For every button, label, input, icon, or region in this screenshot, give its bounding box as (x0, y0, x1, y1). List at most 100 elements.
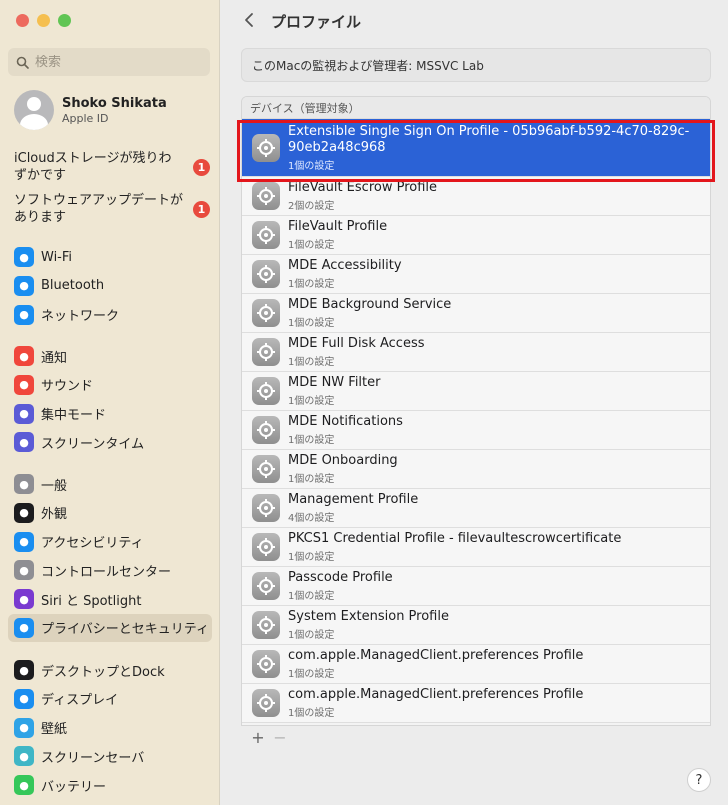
sidebar-item[interactable]: ● ネットワーク (8, 301, 212, 329)
sidebar-item-label: 外観 (41, 507, 68, 523)
profile-settings-count: 1個の設定 (288, 279, 335, 290)
icloud-storage-notice[interactable]: iCloudストレージが残りわずかです 1 (14, 150, 210, 184)
sidebar-item[interactable]: ● 集中モード (8, 400, 212, 428)
profile-gear-icon (252, 611, 280, 639)
sidebar-group-network: ● Wi-Fi ● Bluetooth ● ネットワーク (8, 243, 212, 329)
profile-name: Extensible Single Sign On Profile - 05b9… (288, 123, 690, 155)
profile-settings-count: 1個の設定 (288, 357, 335, 368)
profile-row[interactable]: MDE Full Disk Access 1個の設定 (242, 333, 710, 372)
help-button[interactable]: ? (687, 768, 711, 792)
remove-profile-button[interactable]: − (269, 728, 291, 747)
profile-settings-count: 2個の設定 (288, 201, 335, 212)
software-update-notice[interactable]: ソフトウェアアップデートがあります 1 (14, 192, 210, 226)
profile-settings-count: 4個の設定 (288, 513, 335, 524)
profile-row[interactable]: FileVault Profile 1個の設定 (242, 216, 710, 255)
profile-settings-count: 1個の設定 (288, 435, 335, 446)
sidebar-item[interactable]: ● Bluetooth (8, 272, 212, 300)
sidebar-item-label: 壁紙 (41, 722, 68, 738)
sidebar-item[interactable]: ● プライバシーとセキュリティ (8, 613, 212, 642)
profile-name: com.apple.ManagedClient.preferences Prof… (288, 687, 584, 702)
notification-badge: 1 (193, 200, 210, 218)
sidebar-item[interactable]: ● バッテリー (8, 771, 212, 799)
apple-id-account[interactable]: Shoko Shikata Apple ID (14, 90, 167, 130)
sidebar-item[interactable]: ● 通知 (8, 342, 212, 370)
sidebar-item[interactable]: ● デスクトップとDock (8, 656, 212, 684)
sidebar-item-label: Siri と Spotlight (41, 593, 142, 609)
sidebar-item-label: プライバシーとセキュリティ (41, 622, 209, 638)
supervision-info: このMacの監視および管理者: MSSVC Lab (241, 48, 711, 82)
sidebar-item[interactable]: ● コントロールセンター (8, 556, 212, 584)
hourglass-icon: ● (14, 432, 34, 453)
sidebar-item[interactable]: ● ディスプレイ (8, 685, 212, 713)
list-footer: + − (241, 725, 711, 749)
profile-name: FileVault Profile (288, 219, 388, 234)
profile-gear-icon (252, 455, 280, 483)
sidebar-item[interactable]: ● Wi-Fi (8, 243, 212, 271)
profile-gear-icon (252, 650, 280, 678)
search-input[interactable] (35, 54, 195, 70)
notification-badge: 1 (193, 158, 210, 176)
profile-row[interactable]: Management Profile 4個の設定 (242, 489, 710, 528)
sidebar-item-label: 集中モード (41, 408, 107, 424)
sidebar-item[interactable]: ● サウンド (8, 371, 212, 399)
profile-row[interactable]: PKCS1 Credential Profile - filevaultescr… (242, 528, 710, 567)
profile-row[interactable]: MDE Onboarding 1個の設定 (242, 450, 710, 489)
sidebar-item-label: ネットワーク (41, 309, 120, 325)
back-button[interactable] (239, 9, 259, 31)
sidebar-item[interactable]: ● スクリーンタイム (8, 428, 212, 456)
profile-name: MDE Full Disk Access (288, 336, 425, 351)
profile-gear-icon (252, 689, 280, 717)
profile-gear-icon (252, 338, 280, 366)
moon-icon: ● (14, 403, 34, 424)
sidebar-item[interactable]: ● Siri と Spotlight (8, 585, 212, 613)
profile-gear-icon (252, 377, 280, 405)
profile-name: MDE Notifications (288, 414, 403, 429)
minimize-window-button[interactable] (37, 14, 50, 27)
add-profile-button[interactable]: + (247, 728, 269, 747)
gear-icon: ● (14, 474, 34, 494)
profile-settings-count: 1個の設定 (288, 591, 335, 602)
sidebar-item-label: ディスプレイ (41, 693, 119, 709)
speaker-icon: ● (14, 374, 34, 395)
siri-icon: ● (14, 589, 34, 610)
zoom-window-button[interactable] (58, 14, 71, 27)
profile-row[interactable]: MDE NW Filter 1個の設定 (242, 372, 710, 411)
profile-settings-count: 1個の設定 (288, 160, 335, 172)
profile-list: デバイス（管理対象） Extensible Single Sign On Pro… (241, 96, 711, 749)
sidebar-item[interactable]: ● スクリーンセーバ (8, 742, 212, 770)
sidebar-item[interactable]: ● 外観 (8, 499, 212, 527)
notice-text: ソフトウェアアップデートがあります (14, 193, 184, 225)
sidebar-item-label: デスクトップとDock (41, 664, 165, 680)
battery-icon: ● (14, 775, 34, 796)
chevron-left-icon (245, 13, 253, 27)
search-field[interactable] (8, 48, 210, 76)
control-center-icon: ● (14, 560, 34, 581)
display-icon: ● (14, 688, 34, 709)
profile-row[interactable]: Extensible Single Sign On Profile - 05b9… (242, 119, 710, 177)
avatar (14, 90, 54, 130)
profile-row[interactable]: System Extension Profile 1個の設定 (242, 606, 710, 645)
profile-name: MDE NW Filter (288, 375, 381, 390)
screensaver-icon: ● (14, 746, 34, 767)
dock-icon: ● (14, 660, 34, 680)
profile-row[interactable]: MDE Background Service 1個の設定 (242, 294, 710, 333)
sidebar-item[interactable]: ● 一般 (8, 470, 212, 498)
profile-gear-icon (252, 533, 280, 561)
profile-gear-icon (252, 221, 280, 249)
profile-row[interactable]: com.apple.ManagedClient.preferences Prof… (242, 645, 710, 684)
sidebar-group-system: ● 一般 ● 外観 ● アクセシビリティ ● コントロールセンター ● Siri と Spotli… (8, 470, 212, 643)
profile-name: com.apple.ManagedClient.preferences Prof… (288, 648, 584, 663)
profile-name: MDE Accessibility (288, 258, 402, 273)
profile-row[interactable]: com.apple.ManagedClient.preferences Prof… (242, 684, 710, 723)
sidebar-item[interactable]: ● 壁紙 (8, 714, 212, 742)
sidebar-item[interactable]: ● アクセシビリティ (8, 528, 212, 556)
close-window-button[interactable] (16, 14, 29, 27)
profile-row[interactable]: FileVault Escrow Profile 2個の設定 (242, 177, 710, 216)
main-content: プロファイル このMacの監視および管理者: MSSVC Lab デバイス（管理… (221, 0, 728, 805)
wifi-icon: ● (14, 247, 34, 267)
profile-row[interactable]: MDE Notifications 1個の設定 (242, 411, 710, 450)
profile-row[interactable]: MDE Accessibility 1個の設定 (242, 255, 710, 294)
profile-row[interactable]: Passcode Profile 1個の設定 (242, 567, 710, 606)
globe-icon: ● (14, 304, 34, 325)
profile-settings-count: 1個の設定 (288, 669, 335, 680)
